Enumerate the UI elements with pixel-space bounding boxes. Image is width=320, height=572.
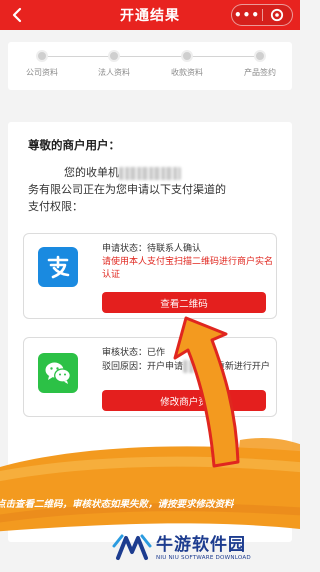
more-icon: ••• <box>233 8 260 22</box>
application-status: 申请状态：待联系人确认 <box>102 244 202 254</box>
view-qr-code-button[interactable]: 查看二维码 <box>102 292 266 313</box>
greeting-heading: 尊敬的商户用户： <box>28 138 120 152</box>
back-button[interactable] <box>6 4 28 26</box>
channel-card-wechat: 审核状态：已作 驳回原因：开户申请 资,请重新进行开户 修改商户资 <box>23 337 277 417</box>
site-watermark: 牛游软件园 NIU NIU SOFTWARE DOWNLOAD <box>112 528 298 568</box>
rejection-reason-text: 驳回原因：开户申请 <box>102 362 184 372</box>
alipay-channel-info: 申请状态：待联系人确认 请使用本人支付宝扫描二维码进行商户实名认证 <box>102 243 274 282</box>
step-dot <box>254 50 266 62</box>
step-dot <box>36 50 48 62</box>
page-title: 开通结果 <box>120 8 180 24</box>
notice-line-1: 您的收单机 <box>28 164 276 181</box>
step-dot <box>181 50 193 62</box>
step-label: 收款资料 <box>171 68 203 77</box>
watermark-en: NIU NIU SOFTWARE DOWNLOAD <box>156 555 251 561</box>
rejection-reason: 驳回原因：开户申请 资,请重新进行开户 <box>102 360 274 374</box>
wechat-icon <box>38 353 78 393</box>
notice-paragraph: 您的收单机 务有限公司正在为您申请以下支付渠道的 支付权限： <box>28 164 276 215</box>
step-product-signing: 产品签约 <box>225 50 295 78</box>
title-bar: 开通结果 ••• <box>0 0 300 30</box>
close-mini-program-button[interactable] <box>263 5 292 25</box>
verification-note: 请使用本人支付宝扫描二维码进行商户实名认证 <box>102 257 274 280</box>
notice-line-1-text: 您的收单机 <box>64 166 119 179</box>
more-button[interactable]: ••• <box>232 5 262 25</box>
step-dot <box>108 50 120 62</box>
watermark-cn: 牛游软件园 <box>156 535 246 555</box>
close-circle-icon <box>271 8 284 22</box>
mini-program-capsule: ••• <box>231 4 293 26</box>
redacted-company-name <box>119 166 181 180</box>
notice-line-2: 务有限公司正在为您申请以下支付渠道的 <box>28 183 226 196</box>
step-label: 法人资料 <box>98 68 130 77</box>
alipay-icon <box>38 247 78 287</box>
notice-line-3: 支付权限： <box>28 200 83 213</box>
niuniu-logo-icon <box>112 534 152 560</box>
redacted-reason <box>183 360 196 373</box>
edit-merchant-info-button[interactable]: 修改商户资 <box>102 390 266 411</box>
instruction-caption: 点击查看二维码，审核状态如果失败，请按要求修改资料 <box>0 499 234 510</box>
step-label: 公司资料 <box>26 68 58 77</box>
progress-steps: 公司资料 法人资料 收款资料 产品签约 <box>8 42 292 90</box>
chevron-left-icon <box>12 7 22 23</box>
step-company-info: 公司资料 <box>7 50 77 78</box>
step-payment-info: 收款资料 <box>152 50 222 78</box>
channel-card-alipay: 申请状态：待联系人确认 请使用本人支付宝扫描二维码进行商户实名认证 查看二维码 <box>23 233 277 319</box>
review-status: 审核状态：已作 <box>102 348 166 358</box>
watermark-text: 牛游软件园 NIU NIU SOFTWARE DOWNLOAD <box>156 535 251 561</box>
step-label: 产品签约 <box>244 68 276 77</box>
result-card: 尊敬的商户用户： 您的收单机 务有限公司正在为您申请以下支付渠道的 支付权限： … <box>8 122 292 542</box>
rejection-reason-tail: 资,请重新进行开户 <box>195 362 270 372</box>
wechat-channel-info: 审核状态：已作 驳回原因：开户申请 资,请重新进行开户 <box>102 347 274 374</box>
step-legal-person-info: 法人资料 <box>79 50 149 78</box>
